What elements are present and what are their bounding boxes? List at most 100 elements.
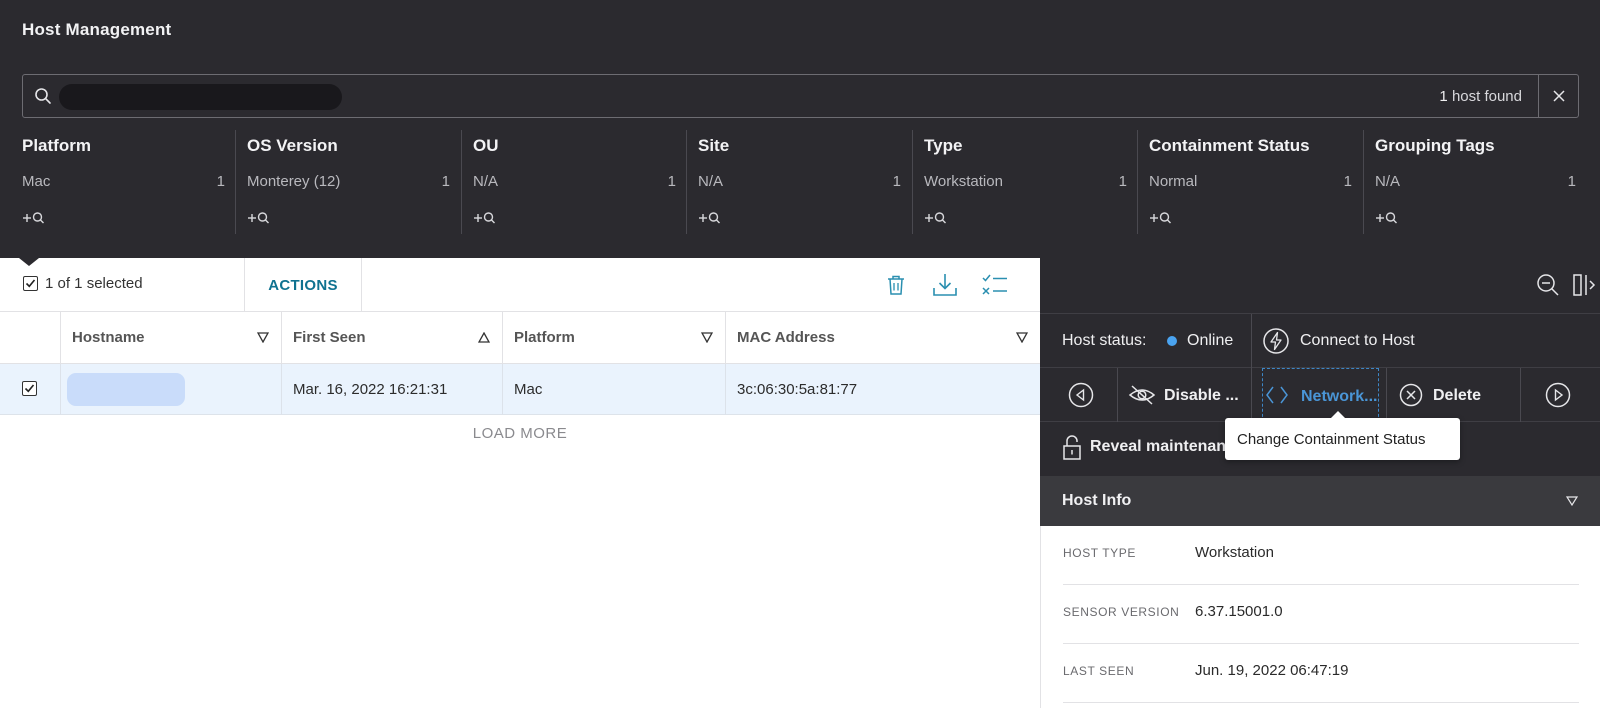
row-checkbox[interactable] [22,381,37,396]
facet-divider [912,130,913,234]
add-filter-icon[interactable] [473,210,499,226]
column-header-platform[interactable]: Platform [502,312,725,364]
host-count-number: 1 [1439,88,1448,105]
cell-mac-address: 3c:06:30:5a:81:77 [725,364,1040,415]
add-filter-icon[interactable] [22,210,48,226]
select-all-checkbox[interactable] [23,276,38,291]
panel-toolbar [1040,258,1600,314]
facet-value[interactable]: N/A [698,173,723,190]
add-filter-icon[interactable] [1375,210,1401,226]
column-label: Hostname [72,329,145,346]
host-status-label: Host status: [1062,332,1147,349]
column-label: Platform [514,329,575,346]
host-status-row: Host status: Online Connect to Host [1040,314,1600,368]
search-icon [35,88,51,104]
mac-address-value: 3c:06:30:5a:81:77 [737,381,858,398]
host-detail-panel: Host status: Online Connect to Host Disa… [1040,258,1600,708]
disable-detections-button[interactable]: Disable ... [1118,368,1250,422]
facet-divider [235,130,236,234]
facet-count: 1 [1118,173,1127,190]
cell-first-seen: Mar. 16, 2022 16:21:31 [281,364,502,415]
facet-divider [1363,130,1364,234]
filter-triangle-icon[interactable] [1016,332,1028,343]
filter-triangle-icon[interactable] [701,332,713,343]
add-filter-icon[interactable] [247,210,273,226]
online-status-dot [1167,336,1177,346]
search-bar[interactable]: 1 host found [22,74,1579,118]
filter-triangle-icon[interactable] [257,332,269,343]
tooltip-arrow [1330,411,1346,419]
previous-action-button[interactable] [1040,368,1117,422]
facet-divider [461,130,462,234]
zoom-out-icon[interactable] [1535,272,1561,298]
table-row[interactable]: Mar. 16, 2022 16:21:31 Mac 3c:06:30:5a:8… [0,364,1040,415]
tooltip-text: Change Containment Status [1237,431,1426,448]
header-notch [19,258,39,266]
column-header-hostname[interactable]: Hostname [60,312,281,364]
platform-value: Mac [514,381,543,398]
host-info-title: Host Info [1062,492,1132,509]
column-label: First Seen [293,329,366,346]
network-contain-button[interactable]: Network... [1262,368,1379,422]
selection-count: 1 of 1 selected [45,275,143,292]
network-contain-label: Network... [1301,388,1378,405]
delete-label: Delete [1433,387,1482,404]
add-filter-icon[interactable] [924,210,950,226]
toolbar-divider [361,258,362,312]
host-count: 1 host found [1439,88,1522,105]
info-row-sensor-version: SENSOR VERSION 6.37.15001.0 [1063,585,1579,644]
chevron-down-icon[interactable] [1566,496,1578,506]
facet-site: Site N/A 1 [698,128,911,234]
connect-to-host-label: Connect to Host [1300,332,1415,349]
facet-title: OS Version [247,136,338,155]
bulk-select-icon[interactable] [981,271,1009,299]
facet-value[interactable]: Normal [1149,173,1197,190]
unlock-icon [1063,435,1081,460]
checkmark-icon [24,384,35,393]
first-seen-value: Mar. 16, 2022 16:21:31 [293,381,448,398]
connect-to-host-button[interactable]: Connect to Host [1252,314,1600,368]
add-filter-icon[interactable] [1149,210,1175,226]
reveal-maintenance-token-label: Reveal maintenance token [1090,438,1230,455]
facet-value[interactable]: N/A [473,173,498,190]
info-key: HOST TYPE [1063,546,1136,560]
delete-host-button[interactable]: Delete [1387,368,1519,422]
facet-value[interactable]: Mac [22,173,50,190]
host-table-area: 1 of 1 selected ACTIONS Hostname First S… [0,258,1040,708]
trash-icon[interactable] [882,271,910,299]
clear-search-button[interactable] [1538,75,1578,117]
hostname-redacted[interactable] [67,373,185,406]
add-filter-icon[interactable] [698,210,724,226]
eye-slash-icon [1128,385,1156,405]
facet-count: 1 [1567,173,1576,190]
sort-ascending-icon[interactable] [478,332,490,343]
facet-containment-status: Containment Status Normal 1 [1149,128,1362,234]
column-header-mac-address[interactable]: MAC Address [725,312,1040,364]
download-icon[interactable] [931,271,959,299]
facet-value[interactable]: Workstation [924,173,1003,190]
table-header: Hostname First Seen Platform MAC Address [0,312,1040,364]
column-header-first-seen[interactable]: First Seen [281,312,502,364]
facet-grouping-tags: Grouping Tags N/A 1 [1375,128,1586,234]
next-action-button[interactable] [1521,368,1600,422]
facet-title: Site [698,136,730,155]
column-label: MAC Address [737,329,835,346]
facet-value[interactable]: Monterey (12) [247,173,340,190]
host-actions-row: Disable ... Network... Delete [1040,368,1600,422]
search-query-redacted[interactable] [59,84,342,110]
facet-os-version: OS Version Monterey (12) 1 [247,128,460,234]
facet-title: Type [924,136,963,155]
actions-button[interactable]: ACTIONS [245,258,361,312]
info-key: SENSOR VERSION [1063,605,1180,619]
info-key: LAST SEEN [1063,664,1135,678]
info-value: Workstation [1195,544,1274,561]
facet-divider [686,130,687,234]
collapse-panel-icon[interactable] [1572,272,1598,298]
load-more-button[interactable]: LOAD MORE [0,425,1040,442]
facet-value[interactable]: N/A [1375,173,1400,190]
host-info-section-header[interactable]: Host Info [1040,476,1600,526]
facet-title: OU [473,136,499,155]
info-row-host-type: HOST TYPE Workstation [1063,526,1579,585]
host-status-value: Online [1187,332,1234,349]
facet-count: 1 [216,173,225,190]
